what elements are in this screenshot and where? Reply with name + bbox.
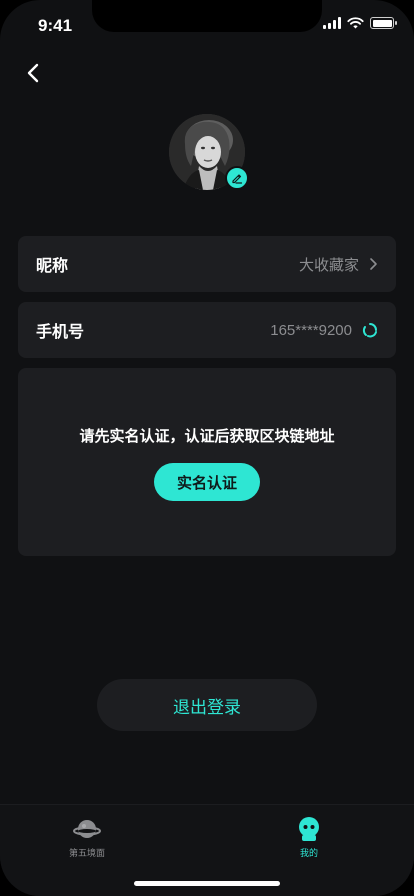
- notch: [92, 0, 322, 32]
- tab-mine[interactable]: 我的: [269, 815, 349, 859]
- back-button[interactable]: [20, 60, 46, 86]
- robot-face-icon: [295, 815, 323, 843]
- phone-value: 165****9200: [270, 321, 352, 339]
- verify-button[interactable]: 实名认证: [154, 463, 260, 501]
- verification-card: 请先实名认证，认证后获取区块链地址 实名认证: [18, 368, 396, 556]
- pencil-icon: [232, 174, 243, 184]
- verification-prompt: 请先实名认证，认证后获取区块链地址: [79, 427, 335, 445]
- wifi-icon: [347, 17, 364, 29]
- phone-row[interactable]: 手机号 165****9200: [18, 302, 396, 358]
- status-bar: 9:41: [0, 0, 414, 48]
- status-icons: [323, 17, 397, 29]
- refresh-icon[interactable]: [362, 322, 378, 338]
- tab-explore[interactable]: 第五境面: [47, 815, 127, 859]
- signal-icon: [323, 17, 341, 29]
- home-indicator: [134, 881, 280, 886]
- nickname-right: 大收藏家: [299, 254, 378, 275]
- chevron-left-icon: [27, 63, 39, 83]
- logout-button[interactable]: 退出登录: [97, 679, 317, 731]
- phone-label: 手机号: [36, 322, 85, 341]
- tab-explore-label: 第五境面: [68, 849, 105, 859]
- status-time: 9:41: [38, 16, 73, 35]
- nickname-value: 大收藏家: [298, 256, 359, 274]
- battery-icon: [370, 17, 397, 29]
- phone-screen: 9:41 昵称 大收藏家 手机号 165****9200 请先实名认证，认证后获…: [0, 0, 414, 896]
- planet-icon: [73, 815, 101, 843]
- nickname-label: 昵称: [36, 256, 69, 275]
- tab-mine-label: 我的: [299, 849, 318, 859]
- edit-avatar-button[interactable]: [225, 166, 249, 190]
- nickname-row[interactable]: 昵称 大收藏家: [18, 236, 396, 292]
- avatar-container[interactable]: [169, 114, 249, 192]
- chevron-right-icon: [370, 258, 377, 270]
- phone-right: 165****9200: [270, 322, 378, 339]
